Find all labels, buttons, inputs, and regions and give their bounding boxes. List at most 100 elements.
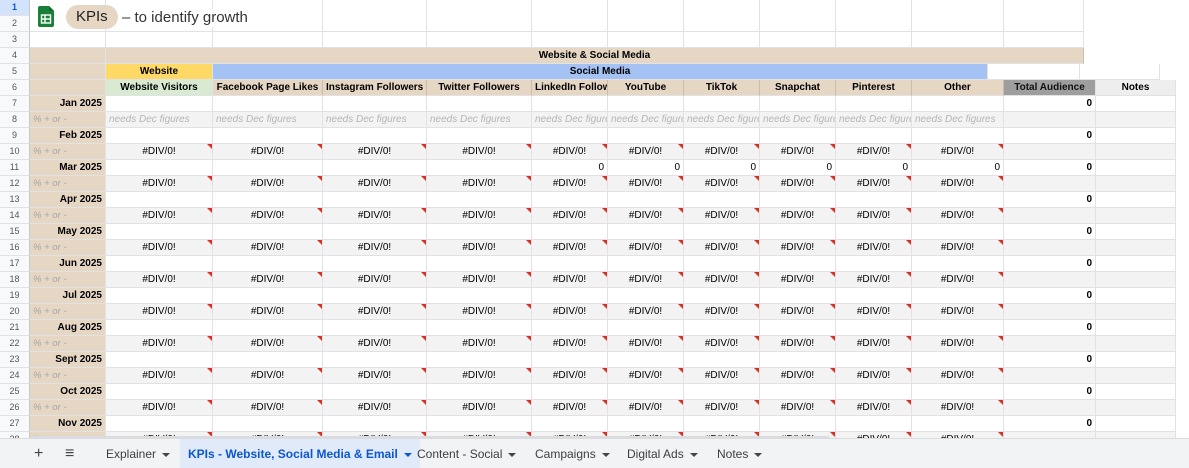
data-cell[interactable]: #DIV/0! (106, 144, 213, 160)
data-cell[interactable] (323, 224, 427, 240)
data-cell[interactable] (106, 416, 213, 432)
data-cell[interactable]: #DIV/0! (684, 240, 760, 256)
data-cell[interactable] (608, 256, 684, 272)
data-cell[interactable]: 0 (836, 160, 912, 176)
data-cell[interactable] (836, 128, 912, 144)
data-cell[interactable] (213, 320, 323, 336)
column-header[interactable]: Facebook Page Likes (213, 80, 323, 96)
data-cell[interactable] (912, 416, 1004, 432)
data-cell[interactable]: #DIV/0! (427, 208, 532, 224)
data-cell[interactable]: #DIV/0! (106, 208, 213, 224)
data-cell[interactable]: #DIV/0! (532, 144, 608, 160)
row-header[interactable]: 18 (0, 272, 30, 288)
data-cell[interactable]: #DIV/0! (608, 272, 684, 288)
data-cell[interactable] (836, 288, 912, 304)
data-cell[interactable]: #DIV/0! (836, 176, 912, 192)
row-header[interactable]: 12 (0, 176, 30, 192)
row-header[interactable]: 1 (0, 0, 30, 16)
data-cell[interactable]: #DIV/0! (213, 272, 323, 288)
row-header[interactable]: 23 (0, 352, 30, 368)
percent-label[interactable]: % + or - (30, 336, 106, 352)
data-cell[interactable]: 0 (912, 160, 1004, 176)
data-cell[interactable] (213, 160, 323, 176)
row-header[interactable]: 27 (0, 416, 30, 432)
data-cell[interactable]: #DIV/0! (684, 144, 760, 160)
data-cell[interactable] (213, 224, 323, 240)
data-cell[interactable]: #DIV/0! (213, 336, 323, 352)
notes-cell[interactable] (1096, 352, 1176, 368)
data-cell[interactable]: needs Dec figures (684, 112, 760, 128)
data-cell[interactable]: needs Dec figures (608, 112, 684, 128)
data-cell[interactable] (427, 384, 532, 400)
data-cell[interactable]: #DIV/0! (608, 144, 684, 160)
row-header[interactable]: 25 (0, 384, 30, 400)
total-audience-cell[interactable]: 0 (1004, 416, 1096, 432)
data-cell[interactable] (532, 384, 608, 400)
data-cell[interactable]: 0 (684, 160, 760, 176)
data-cell[interactable]: #DIV/0! (912, 144, 1004, 160)
tab-kpis[interactable]: KPIs - Website, Social Media & Email (180, 439, 420, 468)
data-cell[interactable]: #DIV/0! (684, 304, 760, 320)
data-cell[interactable] (213, 128, 323, 144)
data-cell[interactable]: #DIV/0! (427, 240, 532, 256)
data-cell[interactable] (912, 224, 1004, 240)
row-header[interactable]: 20 (0, 304, 30, 320)
data-cell[interactable]: #DIV/0! (532, 304, 608, 320)
data-cell[interactable]: #DIV/0! (213, 176, 323, 192)
data-cell[interactable] (106, 96, 213, 112)
data-cell[interactable]: #DIV/0! (836, 208, 912, 224)
data-cell[interactable]: 0 (608, 160, 684, 176)
data-cell[interactable]: #DIV/0! (760, 336, 836, 352)
row-header[interactable]: 5 (0, 64, 30, 80)
percent-label[interactable]: % + or - (30, 368, 106, 384)
month-label[interactable]: Jan 2025 (30, 96, 106, 112)
cell[interactable] (30, 48, 106, 64)
data-cell[interactable]: needs Dec figures (912, 112, 1004, 128)
data-cell[interactable]: #DIV/0! (608, 208, 684, 224)
row-header[interactable]: 10 (0, 144, 30, 160)
month-label[interactable]: Feb 2025 (30, 128, 106, 144)
data-cell[interactable]: #DIV/0! (427, 368, 532, 384)
data-cell[interactable] (836, 416, 912, 432)
cell[interactable] (836, 32, 912, 48)
month-label[interactable]: Oct 2025 (30, 384, 106, 400)
data-cell[interactable] (684, 96, 760, 112)
data-cell[interactable]: #DIV/0! (608, 240, 684, 256)
data-cell[interactable]: #DIV/0! (912, 368, 1004, 384)
notes-cell[interactable] (1096, 368, 1176, 384)
data-cell[interactable]: #DIV/0! (912, 400, 1004, 416)
notes-cell[interactable] (1096, 96, 1176, 112)
data-cell[interactable] (684, 256, 760, 272)
row-header[interactable]: 24 (0, 368, 30, 384)
data-cell[interactable]: #DIV/0! (213, 304, 323, 320)
data-cell[interactable] (427, 96, 532, 112)
cell[interactable] (760, 32, 836, 48)
cell[interactable] (323, 32, 427, 48)
data-cell[interactable]: #DIV/0! (427, 272, 532, 288)
data-cell[interactable] (760, 96, 836, 112)
cell[interactable] (106, 32, 213, 48)
data-cell[interactable] (106, 288, 213, 304)
notes-cell[interactable] (1096, 416, 1176, 432)
data-cell[interactable] (532, 352, 608, 368)
data-cell[interactable]: #DIV/0! (760, 176, 836, 192)
percent-label[interactable]: % + or - (30, 112, 106, 128)
cell[interactable] (684, 32, 760, 48)
data-cell[interactable] (532, 224, 608, 240)
data-cell[interactable] (912, 320, 1004, 336)
data-cell[interactable] (760, 352, 836, 368)
data-cell[interactable]: #DIV/0! (760, 144, 836, 160)
data-cell[interactable] (323, 352, 427, 368)
data-cell[interactable] (532, 192, 608, 208)
data-cell[interactable] (106, 128, 213, 144)
data-cell[interactable]: #DIV/0! (427, 336, 532, 352)
month-label[interactable]: Sept 2025 (30, 352, 106, 368)
total-audience-cell[interactable]: 0 (1004, 256, 1096, 272)
total-audience-cell[interactable]: 0 (1004, 96, 1096, 112)
month-label[interactable]: May 2025 (30, 224, 106, 240)
data-cell[interactable]: #DIV/0! (912, 272, 1004, 288)
data-cell[interactable] (213, 352, 323, 368)
data-cell[interactable] (684, 192, 760, 208)
data-cell[interactable]: #DIV/0! (106, 336, 213, 352)
data-cell[interactable] (608, 96, 684, 112)
